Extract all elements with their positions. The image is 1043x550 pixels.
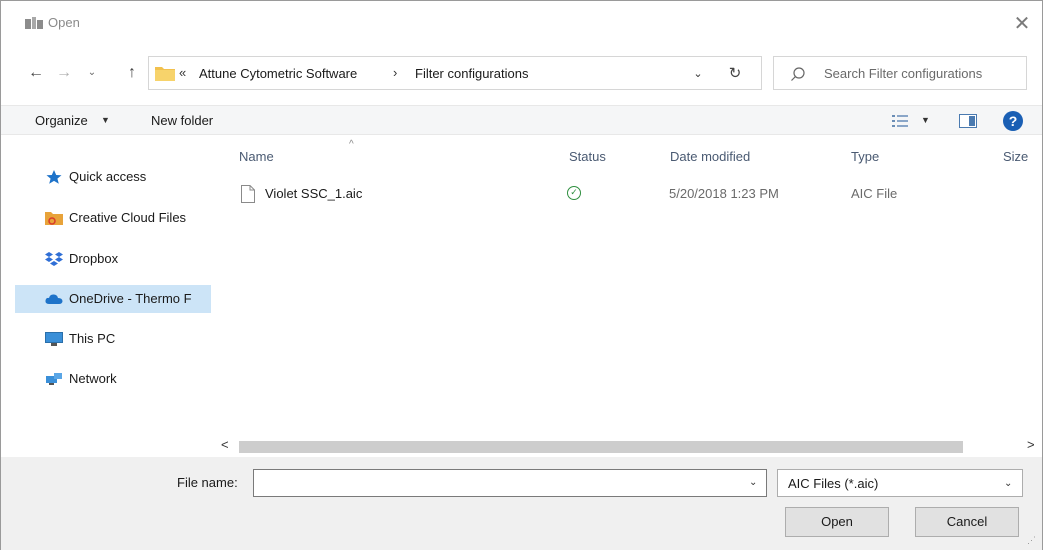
back-button[interactable]: ← (25, 62, 47, 84)
sidebar-item-quick-access[interactable]: Quick access (15, 163, 211, 191)
resize-grip-icon[interactable]: ⋰ (1027, 535, 1036, 546)
address-bar[interactable]: « Attune Cytometric Software › Filter co… (148, 56, 762, 90)
close-button[interactable]: ✕ (1009, 11, 1035, 37)
sidebar-item-this-pc[interactable]: This PC (15, 325, 211, 353)
caret-down-icon: ▼ (101, 115, 110, 125)
computer-icon (45, 332, 63, 346)
forward-button[interactable]: → (53, 62, 75, 84)
search-icon (791, 67, 805, 81)
chevron-down-icon: ⌄ (87, 67, 97, 78)
column-header-size[interactable]: Size (1003, 149, 1028, 164)
column-header-date-modified[interactable]: Date modified (670, 149, 750, 164)
star-icon (46, 170, 62, 184)
window-title: Open (48, 15, 80, 30)
column-header-type[interactable]: Type (851, 149, 879, 164)
dialog-footer: File name: ⌄ AIC Files (*.aic) ⌄ Open Ca… (1, 457, 1042, 550)
search-placeholder: Search Filter configurations (824, 66, 983, 81)
sidebar-item-onedrive[interactable]: OneDrive - Thermo F (15, 285, 211, 313)
close-icon: ✕ (1013, 13, 1031, 35)
title-bar: Open ✕ (1, 1, 1042, 45)
sidebar-item-label: Dropbox (69, 251, 119, 266)
arrow-right-icon: → (56, 64, 72, 81)
chevron-down-icon: ⌄ (1004, 478, 1013, 489)
onedrive-cloud-icon (45, 294, 63, 304)
column-header-name[interactable]: Name (239, 149, 274, 164)
breadcrumb-item-filter-configurations[interactable]: Filter configurations (415, 66, 528, 81)
file-row[interactable]: Violet SSC_1.aic ✓ 5/20/2018 1:23 PM AIC… (237, 181, 937, 207)
scroll-right-icon[interactable]: > (1027, 437, 1035, 452)
organize-label: Organize (35, 113, 88, 128)
help-icon[interactable]: ? (1003, 111, 1023, 131)
chevron-down-icon: ⌄ (693, 68, 703, 80)
breadcrumb-overflow-icon[interactable]: « (179, 65, 186, 80)
navigation-pane: Quick access Creative Cloud Files Dropbo… (1, 136, 213, 456)
sync-status-check-icon: ✓ (567, 186, 581, 200)
sidebar-item-network[interactable]: Network (15, 365, 211, 393)
view-options-icon[interactable] (892, 114, 908, 128)
file-type-value: AIC Files (*.aic) (788, 476, 879, 491)
command-toolbar: Organize ▼ New folder ▼ ? (1, 105, 1042, 135)
file-name: Violet SSC_1.aic (265, 186, 363, 201)
sidebar-item-creative-cloud-files[interactable]: Creative Cloud Files (15, 204, 211, 232)
cancel-button[interactable]: Cancel (915, 507, 1019, 537)
file-name-dropdown-icon[interactable]: ⌄ (749, 477, 757, 488)
dropbox-icon (45, 252, 63, 266)
view-caret-down-icon[interactable]: ▼ (921, 115, 930, 125)
new-folder-button[interactable]: New folder (151, 113, 213, 128)
folder-icon (155, 67, 175, 81)
file-type: AIC File (851, 186, 898, 201)
sidebar-item-label: OneDrive - Thermo F (69, 291, 192, 306)
sidebar-item-label: This PC (69, 331, 116, 346)
network-icon (46, 373, 62, 385)
breadcrumb-item-attune[interactable]: Attune Cytometric Software (199, 66, 357, 81)
address-row: ← → ⌄ ↑ « Attune Cytometric Software › F… (1, 53, 1042, 93)
open-file-dialog: Open ✕ ← → ⌄ ↑ « Attune Cytometric Softw… (0, 0, 1043, 550)
arrow-left-icon: ← (28, 64, 44, 81)
address-dropdown-button[interactable]: ⌄ (689, 65, 707, 83)
file-icon (241, 185, 255, 203)
sidebar-item-dropbox[interactable]: Dropbox (15, 245, 211, 273)
creative-cloud-folder-icon (45, 212, 63, 225)
up-button[interactable]: ↑ (121, 62, 143, 84)
app-icon (25, 17, 43, 29)
file-name-input[interactable] (253, 469, 767, 497)
scroll-left-icon[interactable]: < (221, 437, 229, 452)
file-type-select[interactable]: AIC Files (*.aic) ⌄ (777, 469, 1023, 497)
scrollbar-thumb[interactable] (239, 441, 963, 453)
horizontal-scrollbar[interactable]: < > (215, 437, 1042, 455)
refresh-icon: ↻ (728, 65, 742, 82)
recent-locations-button[interactable]: ⌄ (81, 62, 103, 84)
sidebar-item-label: Network (69, 371, 117, 386)
arrow-up-icon: ↑ (128, 64, 136, 81)
column-header-status[interactable]: Status (569, 149, 606, 164)
file-date-modified: 5/20/2018 1:23 PM (669, 186, 779, 201)
sort-ascending-icon: ^ (349, 139, 354, 150)
search-input[interactable]: Search Filter configurations (773, 56, 1027, 90)
sidebar-item-label: Creative Cloud Files (69, 210, 187, 225)
sidebar-item-label: Quick access (69, 169, 147, 184)
file-name-label: File name: (177, 475, 238, 490)
open-button[interactable]: Open (785, 507, 889, 537)
refresh-button[interactable]: ↻ (725, 64, 745, 84)
breadcrumb-separator-icon[interactable]: › (393, 65, 397, 80)
preview-pane-icon[interactable] (959, 114, 977, 128)
